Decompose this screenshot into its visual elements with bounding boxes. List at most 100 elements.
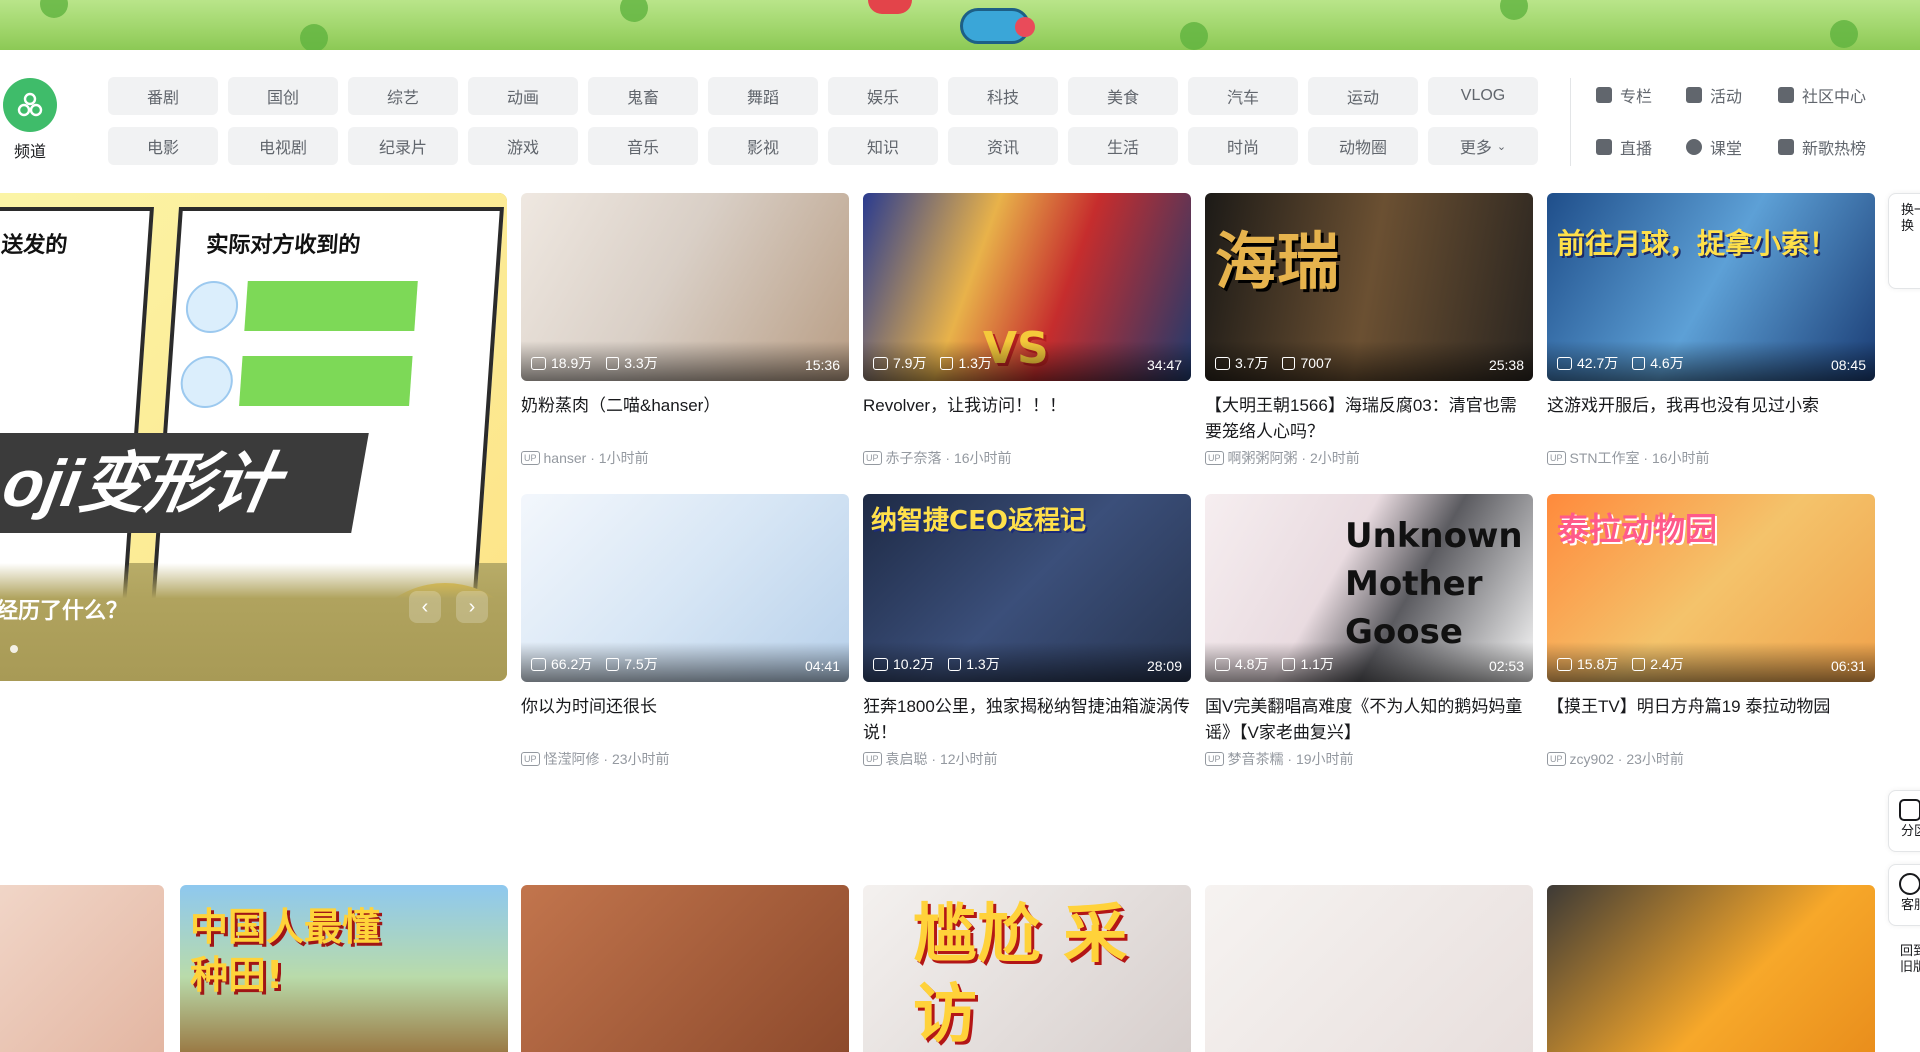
quick-link-column[interactable]: 专栏 xyxy=(1596,82,1686,108)
video-card[interactable]: 18.9万 3.3万 15:36 奶粉蒸肉（二喵&hanser） UP hans… xyxy=(521,193,849,468)
tag-tech[interactable]: 科技 xyxy=(948,77,1058,115)
video-title[interactable]: 国V完美翻唱高难度《不为人知的鹅妈妈童谣》【V家老曲复兴】 xyxy=(1205,694,1533,746)
like-count-value: 1.3万 xyxy=(958,355,992,371)
tag-variety[interactable]: 综艺 xyxy=(348,77,458,115)
meta-separator: · xyxy=(941,450,954,466)
video-thumbnail[interactable]: 尴尬 采访 xyxy=(863,885,1191,1052)
video-author[interactable]: 啊粥粥阿粥 xyxy=(1228,448,1298,468)
tag-documentary[interactable]: 纪录片 xyxy=(348,127,458,165)
carousel-art-title: oji变形计 xyxy=(0,433,369,533)
quick-link-hot-songs[interactable]: 新歌热榜 xyxy=(1778,134,1896,160)
video-stats: 7.9万 1.3万 xyxy=(873,353,1006,373)
category-tags: 番剧 国创 综艺 动画 鬼畜 舞蹈 娱乐 科技 美食 汽车 运动 VLOG 电影… xyxy=(108,77,1538,165)
refresh-button[interactable]: 换一换 xyxy=(1888,193,1920,289)
video-card[interactable]: VS 7.9万 1.3万 34:47 Revolver，让我访问！！！ UP 赤… xyxy=(863,193,1191,468)
video-thumbnail[interactable]: 前往月球，捉拿小索！ 42.7万 4.6万 08:45 xyxy=(1547,193,1875,381)
video-thumbnail[interactable]: 66.2万 7.5万 04:41 xyxy=(521,494,849,682)
video-thumbnail[interactable]: VS 7.9万 1.3万 34:47 xyxy=(863,193,1191,381)
quick-link-label: 新歌热榜 xyxy=(1802,141,1867,158)
tag-sports[interactable]: 运动 xyxy=(1308,77,1418,115)
channel-entry[interactable]: 频道 xyxy=(2,78,58,162)
tag-animal[interactable]: 动物圈 xyxy=(1308,127,1418,165)
tag-music[interactable]: 音乐 xyxy=(588,127,698,165)
video-author[interactable]: 袁启聪 xyxy=(886,749,928,769)
tag-fashion[interactable]: 时尚 xyxy=(1188,127,1298,165)
video-author[interactable]: hanser xyxy=(544,450,587,466)
thumbnail-art-text: 中国人最懂种田! xyxy=(190,905,381,997)
video-author[interactable]: 怪滢阿修 xyxy=(544,749,600,769)
video-title[interactable]: 这游戏开服后，我再也没有见过小索 xyxy=(1547,393,1875,445)
tag-entertainment[interactable]: 娱乐 xyxy=(828,77,938,115)
quick-link-live[interactable]: 直播 xyxy=(1596,134,1686,160)
tag-more[interactable]: 更多 ⌄ xyxy=(1428,127,1538,165)
video-thumbnail[interactable]: 18.9万 3.3万 15:36 xyxy=(521,193,849,381)
video-author[interactable]: STN工作室 xyxy=(1570,448,1640,468)
carousel-indicator[interactable] xyxy=(10,645,18,653)
quick-link-label: 专栏 xyxy=(1620,89,1653,106)
featured-carousel[interactable]: 送发的 实际对方收到的 oji变形计 经历了什么？ ‹ › xyxy=(0,193,507,681)
flag-icon xyxy=(1686,87,1702,103)
video-card[interactable]: 前往月球，捉拿小索！ 42.7万 4.6万 08:45 这游戏开服后，我再也没有… xyxy=(1547,193,1875,468)
video-thumbnail[interactable]: 纳智捷CEO返程记 10.2万 1.3万 28:09 xyxy=(863,494,1191,682)
zone-button[interactable]: 分区 xyxy=(1888,790,1920,852)
chat-bubble xyxy=(244,281,418,331)
video-thumbnail[interactable]: Unknown Mother Goose 4.8万 1.1万 02:53 xyxy=(1205,494,1533,682)
nav-divider xyxy=(1570,78,1571,166)
video-card[interactable]: 纳智捷CEO返程记 10.2万 1.3万 28:09 狂奔1800公里，独家揭秘… xyxy=(863,494,1191,769)
video-card[interactable]: 泰拉动物园 15.8万 2.4万 06:31 【摸王TV】明日方舟篇19 泰拉动… xyxy=(1547,494,1875,769)
video-publish-time: 23小时前 xyxy=(611,751,670,767)
tag-bangumi[interactable]: 番剧 xyxy=(108,77,218,115)
zone-label: 分区 xyxy=(1901,823,1920,838)
video-title[interactable]: 狂奔1800公里，独家揭秘纳智捷油箱漩涡传说！ xyxy=(863,694,1191,746)
tag-dance[interactable]: 舞蹈 xyxy=(708,77,818,115)
tag-vlog[interactable]: VLOG xyxy=(1428,77,1538,115)
tag-car[interactable]: 汽车 xyxy=(1188,77,1298,115)
video-thumbnail[interactable] xyxy=(0,885,164,1052)
video-author[interactable]: zcy902 xyxy=(1570,751,1614,767)
video-thumbnail[interactable]: 海瑞 3.7万 7007 25:38 xyxy=(1205,193,1533,381)
video-publish-time: 19小时前 xyxy=(1295,751,1354,767)
carousel-next-button[interactable]: › xyxy=(456,591,488,623)
video-thumbnail[interactable]: 泰拉动物园 15.8万 2.4万 06:31 xyxy=(1547,494,1875,682)
video-title[interactable]: Revolver，让我访问！！！ xyxy=(863,393,1191,445)
video-title[interactable]: 【摸王TV】明日方舟篇19 泰拉动物园 xyxy=(1547,694,1875,746)
video-thumbnail[interactable]: 中国人最懂种田! xyxy=(180,885,508,1052)
tag-life[interactable]: 生活 xyxy=(1068,127,1178,165)
video-thumbnail[interactable] xyxy=(1547,885,1875,1052)
up-badge-icon: UP xyxy=(1547,451,1566,465)
tag-news[interactable]: 资讯 xyxy=(948,127,1058,165)
tag-animation[interactable]: 动画 xyxy=(468,77,578,115)
video-card[interactable]: 海瑞 3.7万 7007 25:38 【大明王朝1566】海瑞反腐03：清官也需… xyxy=(1205,193,1533,468)
quick-link-label: 直播 xyxy=(1620,141,1653,158)
tag-tv[interactable]: 电视剧 xyxy=(228,127,338,165)
tag-game[interactable]: 游戏 xyxy=(468,127,578,165)
tag-film[interactable]: 影视 xyxy=(708,127,818,165)
thumbnail-image xyxy=(1205,885,1533,1052)
video-thumbnail[interactable] xyxy=(521,885,849,1052)
play-icon xyxy=(873,356,888,370)
carousel-prev-button[interactable]: ‹ xyxy=(409,591,441,623)
tag-kichiku[interactable]: 鬼畜 xyxy=(588,77,698,115)
quick-link-community[interactable]: 社区中心 xyxy=(1778,82,1896,108)
video-meta: UP 赤子奈落 · 16小时前 xyxy=(863,448,1191,468)
tag-guochuang[interactable]: 国创 xyxy=(228,77,338,115)
carousel-caption[interactable]: 经历了什么？ xyxy=(0,593,128,625)
quick-link-course[interactable]: 课堂 xyxy=(1686,134,1778,160)
video-card[interactable]: Unknown Mother Goose 4.8万 1.1万 02:53 国V完… xyxy=(1205,494,1533,769)
back-to-old-button[interactable]: 回到旧版 xyxy=(1888,935,1920,983)
video-title[interactable]: 你以为时间还很长 xyxy=(521,694,849,746)
tag-food[interactable]: 美食 xyxy=(1068,77,1178,115)
clover-decoration xyxy=(300,24,328,50)
service-button[interactable]: 客服 xyxy=(1888,864,1920,926)
tag-knowledge[interactable]: 知识 xyxy=(828,127,938,165)
quick-link-activity[interactable]: 活动 xyxy=(1686,82,1778,108)
video-duration: 25:38 xyxy=(1488,357,1524,373)
video-author[interactable]: 梦音茶糯 xyxy=(1228,749,1284,769)
meta-separator: · xyxy=(1283,751,1296,767)
video-card[interactable]: 66.2万 7.5万 04:41 你以为时间还很长 UP 怪滢阿修 · 23小时… xyxy=(521,494,849,769)
video-thumbnail[interactable] xyxy=(1205,885,1533,1052)
video-title[interactable]: 奶粉蒸肉（二喵&hanser） xyxy=(521,393,849,445)
video-author[interactable]: 赤子奈落 xyxy=(886,448,942,468)
video-title[interactable]: 【大明王朝1566】海瑞反腐03：清官也需要笼络人心吗？ xyxy=(1205,393,1533,445)
tag-movie[interactable]: 电影 xyxy=(108,127,218,165)
